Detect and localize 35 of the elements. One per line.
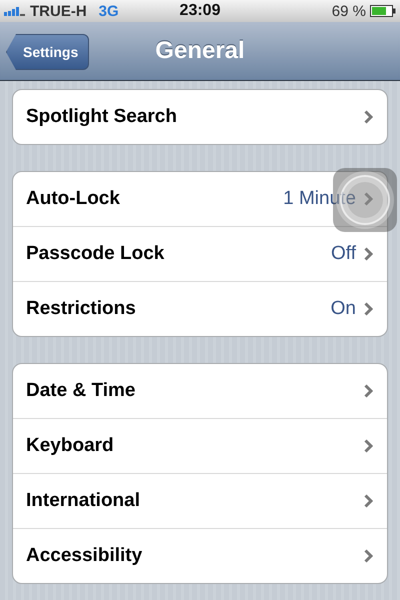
row-value: Off [331,243,356,265]
chevron-icon [364,247,373,261]
row-label: Auto-Lock [26,188,121,210]
row-label: Spotlight Search [26,106,178,128]
signal-icon [4,6,26,16]
row-label: Passcode Lock [26,243,166,265]
settings-row[interactable]: Keyboard [13,418,387,473]
settings-row[interactable]: Date & Time [13,364,387,418]
row-label: Accessibility [26,545,144,567]
settings-row[interactable]: International [13,473,387,528]
settings-row[interactable]: Accessibility [13,528,387,583]
back-button[interactable]: Settings [6,34,90,70]
row-value: On [330,298,356,320]
settings-row[interactable]: Restrictions On [13,281,387,336]
row-label: Keyboard [26,435,115,457]
settings-row[interactable]: Spotlight Search [13,90,387,144]
row-value: 1 Minute [283,188,356,210]
chevron-icon [364,192,373,206]
battery-icon [370,5,396,17]
chevron-icon [364,110,373,124]
chevron-icon [364,549,373,563]
clock: 23:09 [180,2,220,20]
screen-title: General [155,37,245,65]
row-label: International [26,490,142,512]
carrier-name: TRUE-H [30,2,87,20]
chevron-icon [364,494,373,508]
chevron-icon [364,439,373,453]
settings-row[interactable]: Passcode Lock Off [13,226,387,281]
chevron-icon [364,384,373,398]
row-label: Date & Time [26,380,136,402]
battery-percent: 69 % [332,2,366,20]
row-label: Restrictions [26,298,137,320]
chevron-icon [364,302,373,316]
network-type: 3G [98,2,119,20]
settings-row[interactable]: Auto-Lock 1 Minute [13,172,387,226]
